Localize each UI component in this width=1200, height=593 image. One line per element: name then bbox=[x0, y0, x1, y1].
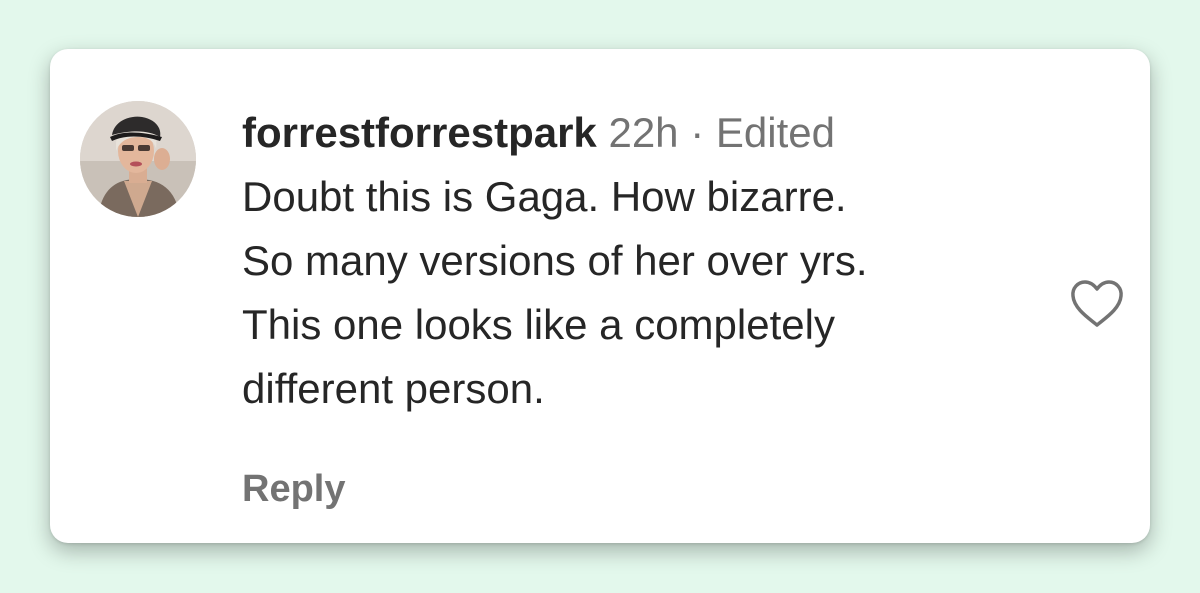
comment-text-line: So many versions of her over yrs. bbox=[242, 237, 868, 284]
comment-text: Doubt this is Gaga. How bizarre. So many… bbox=[242, 165, 1042, 421]
comment-card: forrestforrestpark 22h · Edited Doubt th… bbox=[50, 49, 1150, 543]
like-button[interactable] bbox=[1068, 279, 1126, 329]
heart-outline-icon bbox=[1071, 280, 1123, 327]
meta-separator: · bbox=[690, 109, 705, 156]
comment-timestamp[interactable]: 22h bbox=[608, 109, 678, 156]
comment-text-line: different person. bbox=[242, 365, 545, 412]
comment-text-line: Doubt this is Gaga. How bizarre. bbox=[242, 173, 847, 220]
user-avatar[interactable] bbox=[80, 101, 196, 217]
reply-button[interactable]: Reply bbox=[242, 465, 345, 513]
comment-body: forrestforrestpark 22h · Edited Doubt th… bbox=[242, 107, 1042, 421]
profile-photo-image bbox=[80, 101, 196, 217]
comment-text-line: This one looks like a completely bbox=[242, 301, 835, 348]
edited-label: Edited bbox=[715, 109, 835, 156]
username-link[interactable]: forrestforrestpark bbox=[242, 109, 597, 156]
comment-header: forrestforrestpark 22h · Edited bbox=[242, 107, 1042, 159]
